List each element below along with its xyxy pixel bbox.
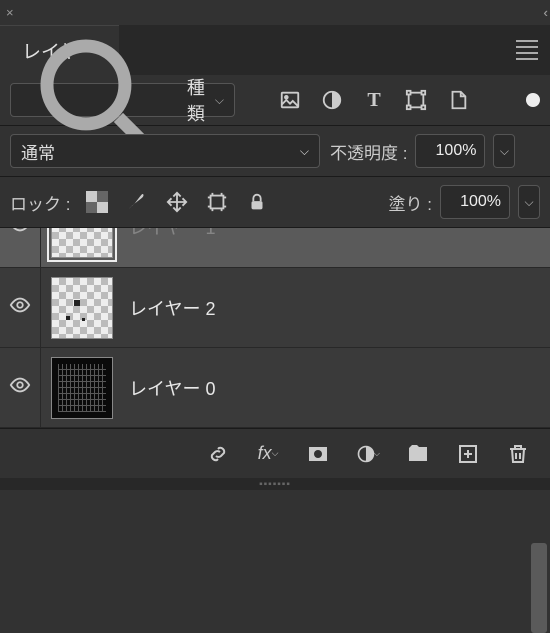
link-layers-icon[interactable] [206,442,230,466]
opacity-value: 100% [436,142,477,160]
layer-thumbnail[interactable] [51,277,113,339]
opacity-input[interactable]: 100% [415,134,485,168]
fill-input[interactable]: 100% [440,185,510,219]
layer-name: レイヤー 2 [129,295,215,321]
collapse-icon[interactable]: ‹‹ [543,5,544,20]
layer-item[interactable]: レイヤー 1 [0,228,550,268]
blend-mode-select[interactable]: 通常 ⌵ [10,134,320,168]
filter-toggle[interactable] [526,93,540,107]
layer-name: レイヤー 1 [129,228,215,240]
fill-label: 塗り : [389,190,432,215]
resize-grip[interactable]: ▪▪▪▪▪▪▪ [0,478,550,490]
lock-transparency-icon[interactable] [86,191,108,213]
layer-list: レイヤー 1 レイヤー 2 レイヤー 0 [0,228,550,428]
layer-thumbnail[interactable] [51,357,113,419]
filter-pixel-icon[interactable] [279,89,301,111]
layer-thumbnail[interactable] [51,228,113,258]
lock-label: ロック : [10,190,70,215]
opacity-dropdown[interactable]: ⌵ [493,134,515,168]
lock-paint-icon[interactable] [126,191,148,213]
layer-item[interactable]: レイヤー 0 [0,348,550,428]
chevron-down-icon: ⌵ [215,93,224,108]
filter-type-label: 種類 [187,74,205,126]
opacity-label: 不透明度 : [330,139,407,164]
chevron-down-icon: ⌵ [300,144,309,159]
close-icon[interactable]: × [6,5,14,20]
layer-item[interactable]: レイヤー 2 [0,268,550,348]
fill-dropdown[interactable]: ⌵ [518,185,540,219]
blend-mode-label: 通常 [21,139,55,164]
filter-smartobject-icon[interactable] [447,89,469,111]
visibility-icon[interactable] [0,374,40,402]
visibility-icon[interactable] [0,294,40,322]
lock-position-icon[interactable] [166,191,188,213]
lock-all-icon[interactable] [246,191,268,213]
group-icon[interactable] [406,442,430,466]
filter-type-select[interactable]: 種類 ⌵ [10,83,235,117]
scrollbar[interactable] [531,543,547,633]
lock-artboard-icon[interactable] [206,191,228,213]
new-layer-icon[interactable] [456,442,480,466]
trash-icon[interactable] [506,442,530,466]
layer-name: レイヤー 0 [129,375,215,401]
mask-icon[interactable] [306,442,330,466]
filter-shape-icon[interactable] [405,89,427,111]
filter-adjustment-icon[interactable] [321,89,343,111]
fx-icon[interactable]: fx⌵ [256,442,280,466]
filter-text-icon[interactable]: T [363,89,385,111]
adjustment-layer-icon[interactable]: ⌵ [356,442,380,466]
fill-value: 100% [460,193,501,211]
menu-icon[interactable] [516,40,538,60]
visibility-icon[interactable] [0,228,40,241]
